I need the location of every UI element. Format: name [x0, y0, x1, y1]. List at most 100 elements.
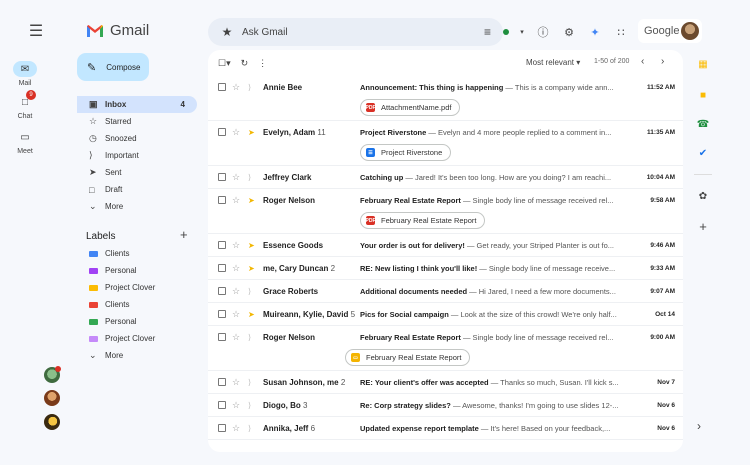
important-marker-icon[interactable]: ➤	[248, 128, 255, 137]
contact-avatar[interactable]	[44, 414, 60, 430]
status-dropdown-icon[interactable]: ▾	[519, 28, 525, 36]
search-bar[interactable]: ★ ≡	[208, 18, 503, 46]
star-icon[interactable]: ☆	[232, 400, 240, 411]
email-row[interactable]: ☆ ➤ Evelyn, Adam 11 Project Riverstone —…	[208, 121, 683, 166]
help-icon[interactable]: ⓘ	[535, 24, 551, 40]
row-checkbox[interactable]	[218, 128, 226, 136]
row-checkbox[interactable]	[218, 378, 226, 386]
email-row[interactable]: ☆ ➤ Muireann, Kylie, David 5 Pics for So…	[208, 303, 683, 326]
add-label-icon[interactable]: +	[180, 227, 188, 242]
label-item[interactable]: Project Clover	[77, 279, 197, 296]
label-item[interactable]: Personal	[77, 313, 197, 330]
label-item[interactable]: Clients	[77, 245, 197, 262]
refresh-icon[interactable]: ↻	[241, 58, 249, 69]
apps-grid-icon[interactable]: ∷	[613, 26, 629, 39]
important-marker-icon[interactable]: ⟩	[248, 378, 251, 387]
important-marker-icon[interactable]: ➤	[248, 196, 255, 205]
main-menu-button[interactable]: ☰	[22, 17, 50, 45]
rail-item-mail[interactable]: ✉ Mail	[0, 61, 50, 87]
keep-icon[interactable]: ■	[694, 86, 712, 104]
star-icon[interactable]: ☆	[232, 240, 240, 251]
rail-item-chat[interactable]: □ 9 Chat	[0, 90, 50, 120]
row-checkbox[interactable]	[218, 241, 226, 249]
more-vert-icon[interactable]: ⋮	[258, 58, 267, 69]
attachment-chip[interactable]: ▭ February Real Estate Report	[345, 349, 471, 366]
select-all-checkbox[interactable]: ☐▾	[218, 58, 231, 69]
email-row[interactable]: ☆ ➤ me, Cary Duncan 2 RE: New listing I …	[208, 257, 683, 280]
nav-item-sent[interactable]: ➤ Sent	[77, 164, 197, 181]
email-row[interactable]: ☆ ➤ Essence Goods Your order is out for …	[208, 234, 683, 257]
row-checkbox[interactable]	[218, 287, 226, 295]
important-marker-icon[interactable]: ⟩	[248, 173, 251, 182]
row-checkbox[interactable]	[218, 310, 226, 318]
star-icon[interactable]: ☆	[232, 195, 240, 206]
row-checkbox[interactable]	[218, 333, 226, 341]
contact-avatar[interactable]	[44, 390, 60, 406]
star-icon[interactable]: ☆	[232, 172, 240, 183]
nav-item-snoozed[interactable]: ◷ Snoozed	[77, 130, 197, 147]
email-row[interactable]: ☆ ⟩ Roger Nelson February Real Estate Re…	[208, 326, 683, 371]
important-marker-icon[interactable]: ➤	[248, 310, 255, 319]
row-checkbox[interactable]	[218, 401, 226, 409]
expand-panel-icon[interactable]: ›	[697, 419, 701, 433]
sort-dropdown[interactable]: Most relevant ▾	[526, 58, 580, 67]
addons-icon[interactable]: ✿	[694, 187, 712, 205]
star-icon[interactable]: ☆	[232, 82, 240, 93]
star-icon[interactable]: ☆	[232, 127, 240, 138]
label-item[interactable]: Personal	[77, 262, 197, 279]
row-checkbox[interactable]	[218, 196, 226, 204]
tasks-icon[interactable]: ✔	[694, 144, 712, 162]
nav-item-important[interactable]: ⟩ Important	[77, 147, 197, 164]
attachment-chip[interactable]: PDF AttachmentName.pdf	[360, 99, 461, 116]
email-row[interactable]: ☆ ⟩ Annie Bee Announcement: This thing i…	[208, 76, 683, 121]
star-icon[interactable]: ☆	[232, 263, 240, 274]
row-checkbox[interactable]	[218, 424, 226, 432]
email-row[interactable]: ☆ ➤ Roger Nelson February Real Estate Re…	[208, 189, 683, 234]
prev-page-icon[interactable]: ‹	[641, 56, 644, 67]
nav-item-draft[interactable]: □ Draft	[77, 181, 197, 198]
important-marker-icon[interactable]: ⟩	[248, 424, 251, 433]
label-item[interactable]: Clients	[77, 296, 197, 313]
rail-item-meet[interactable]: ▭ Meet	[0, 129, 50, 156]
row-checkbox[interactable]	[218, 173, 226, 181]
compose-button[interactable]: ✎ Compose	[77, 53, 149, 81]
attachment-chip[interactable]: PDF February Real Estate Report	[360, 212, 486, 229]
important-marker-icon[interactable]: ⟩	[248, 287, 251, 296]
account-chip[interactable]: Google	[638, 19, 702, 43]
search-input[interactable]	[242, 26, 476, 38]
star-icon[interactable]: ☆	[232, 332, 240, 343]
important-marker-icon[interactable]: ⟩	[248, 333, 251, 342]
important-marker-icon[interactable]: ➤	[248, 264, 255, 273]
search-options-icon[interactable]: ≡	[484, 25, 491, 39]
settings-gear-icon[interactable]: ⚙	[561, 26, 577, 39]
calendar-icon[interactable]: ▦	[694, 55, 712, 73]
nav-item-more[interactable]: ⌄ More	[77, 198, 197, 215]
nav-item-starred[interactable]: ☆ Starred	[77, 113, 197, 130]
email-row[interactable]: ☆ ⟩ Grace Roberts Additional documents n…	[208, 280, 683, 303]
important-marker-icon[interactable]: ➤	[248, 241, 255, 250]
row-checkbox[interactable]	[218, 83, 226, 91]
important-marker-icon[interactable]: ⟩	[248, 401, 251, 410]
labels-more[interactable]: ⌄ More	[77, 347, 197, 364]
star-icon[interactable]: ☆	[232, 309, 240, 320]
gemini-sparkle-icon[interactable]: ✦	[587, 26, 603, 39]
label-item[interactable]: Project Clover	[77, 330, 197, 347]
star-icon[interactable]: ☆	[232, 286, 240, 297]
email-row[interactable]: ☆ ⟩ Jeffrey Clark Catching up — Jared! I…	[208, 166, 683, 189]
next-page-icon[interactable]: ›	[661, 56, 664, 67]
email-row[interactable]: ☆ ⟩ Susan Johnson, me 2 RE: Your client'…	[208, 371, 683, 394]
add-addon-icon[interactable]: +	[694, 217, 712, 235]
status-indicator-icon[interactable]	[503, 29, 509, 35]
star-icon[interactable]: ☆	[232, 423, 240, 434]
row-checkbox[interactable]	[218, 264, 226, 272]
important-marker-icon[interactable]: ⟩	[248, 83, 251, 92]
contacts-icon[interactable]: ☎	[694, 115, 712, 133]
gmail-logo[interactable]: Gmail	[86, 22, 149, 39]
star-icon[interactable]: ☆	[232, 377, 240, 388]
nav-item-inbox[interactable]: ▣ Inbox 4	[77, 96, 197, 113]
email-row[interactable]: ☆ ⟩ Diogo, Bo 3 Re: Corp strategy slides…	[208, 394, 683, 417]
email-row[interactable]: ☆ ⟩ Annika, Jeff 6 Updated expense repor…	[208, 417, 683, 440]
attachment-chip[interactable]: ☰ Project Riverstone	[360, 144, 452, 161]
contact-avatar[interactable]	[44, 366, 61, 383]
user-avatar[interactable]	[681, 22, 699, 40]
